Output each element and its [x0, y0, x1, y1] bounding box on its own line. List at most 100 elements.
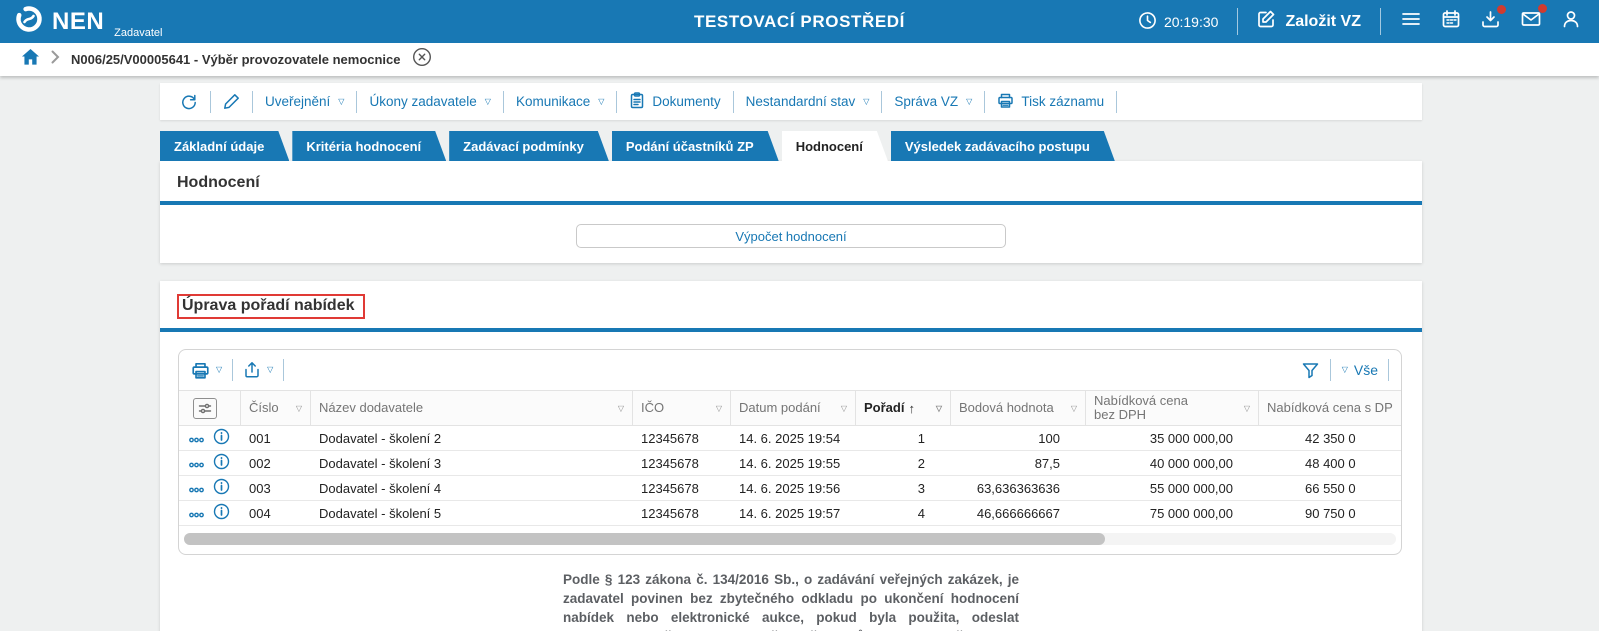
tab-vysledek-zadavaciho-postupu[interactable]: Výsledek zadávacího postupu — [891, 131, 1115, 161]
mail-icon — [1520, 8, 1542, 35]
menu-dokumenty[interactable]: Dokumenty — [617, 91, 732, 112]
horizontal-scrollbar — [179, 526, 1401, 554]
tab-hodnoceni[interactable]: Hodnocení — [782, 131, 888, 161]
divider — [1237, 8, 1239, 35]
cell-bodova: 87,5 — [1034, 455, 1060, 471]
column-filter-icon[interactable]: ▽ — [296, 404, 302, 413]
column-header-poradi[interactable]: Pořadí ↑ ▽ — [856, 391, 951, 425]
cell-poradi: 4 — [917, 505, 925, 521]
cell-cena-bez-dph: 55 000 000,00 — [1149, 480, 1233, 496]
row-actions-icon[interactable] — [189, 506, 204, 521]
column-label: Pořadí — [864, 399, 905, 415]
filter-all-dropdown[interactable]: ▽ Vše — [1341, 362, 1378, 378]
user-profile-button[interactable] — [1561, 9, 1581, 34]
chevron-down-icon: ▽ — [267, 365, 274, 374]
create-vz-button[interactable]: Založit VZ — [1257, 9, 1361, 34]
column-filter-icon[interactable]: ▽ — [1244, 404, 1250, 413]
table-print-button[interactable]: ▽ — [191, 361, 222, 380]
tab-zakladni-udaje[interactable]: Základní údaje — [160, 131, 289, 161]
document-icon — [629, 91, 645, 112]
scrollbar-thumb[interactable] — [184, 533, 1106, 545]
column-header-cena-bez-dph[interactable]: Nabídková cena bez DPH ▽ — [1086, 391, 1259, 425]
cell-nazev: Dodavatel - školení 4 — [319, 480, 442, 496]
column-label: Nabídková cena s DP — [1267, 399, 1393, 415]
tab-podani-ucastniku-zp[interactable]: Podání účastníků ZP — [612, 131, 779, 161]
column-label: Bodová hodnota — [959, 399, 1054, 415]
table-row[interactable]: 003 Dodavatel - školení 4 12345678 14. 6… — [179, 476, 1401, 501]
legal-notice-text: Podle § 123 zákona č. 134/2016 Sb., o za… — [563, 572, 1019, 631]
table-toolbar-left: ▽ ▽ — [191, 359, 285, 381]
home-icon[interactable] — [21, 48, 40, 71]
cell-cislo: 004 — [249, 505, 271, 521]
create-vz-label: Založit VZ — [1285, 12, 1361, 30]
cell-poradi: 2 — [917, 455, 925, 471]
column-header-cislo[interactable]: Číslo ▽ — [241, 391, 311, 425]
filter-funnel-button[interactable] — [1301, 361, 1320, 380]
menu-komunikace[interactable]: Komunikace ▽ — [504, 94, 616, 109]
cell-cena-s-dph: 66 550 0 — [1305, 480, 1356, 496]
column-filter-icon[interactable]: ▽ — [716, 404, 722, 413]
row-actions-icon[interactable] — [189, 456, 204, 471]
column-filter-icon[interactable]: ▽ — [1071, 404, 1077, 413]
menu-label: Dokumenty — [652, 94, 721, 109]
environment-title: TESTOVACÍ PROSTŘEDÍ — [693, 11, 906, 31]
menu-uverejneni[interactable]: Uveřejnění ▽ — [253, 94, 356, 109]
scrollbar-track[interactable] — [184, 533, 1396, 545]
column-chooser-header[interactable] — [179, 391, 241, 425]
divider — [1380, 8, 1381, 35]
cell-cena-bez-dph: 35 000 000,00 — [1149, 430, 1233, 446]
cell-bodova: 46,666666667 — [976, 505, 1060, 521]
row-actions-icon[interactable] — [189, 481, 204, 496]
brand-area[interactable]: NEN Zadavatel — [14, 4, 162, 39]
column-filter-icon[interactable]: ▽ — [841, 404, 847, 413]
cell-cena-bez-dph: 40 000 000,00 — [1149, 455, 1233, 471]
column-header-datum-podani[interactable]: Datum podání ▽ — [731, 391, 856, 425]
tab-zadavaci-podminky[interactable]: Zadávací podmínky — [449, 131, 609, 161]
row-info-icon[interactable] — [213, 428, 230, 448]
cell-cena-s-dph: 90 750 0 — [1305, 505, 1356, 521]
menu-sprava-vz[interactable]: Správa VZ ▽ — [882, 94, 984, 109]
session-clock: 20:19:30 — [1138, 11, 1218, 33]
column-header-ico[interactable]: IČO ▽ — [633, 391, 731, 425]
menu-button[interactable] — [1400, 8, 1422, 35]
menu-nestandardni-stav[interactable]: Nestandardní stav ▽ — [734, 94, 882, 109]
top-bar-actions: 20:19:30 Založit VZ — [1138, 4, 1581, 35]
cell-cena-bez-dph: 75 000 000,00 — [1149, 505, 1233, 521]
row-info-icon[interactable] — [213, 453, 230, 473]
tab-kriteria-hodnoceni[interactable]: Kritéria hodnocení — [292, 131, 446, 161]
column-filter-icon[interactable]: ▽ — [618, 404, 624, 413]
column-label: Nabídková cena bez DPH — [1094, 392, 1188, 422]
row-info-icon[interactable] — [213, 503, 230, 523]
messages-button[interactable] — [1520, 4, 1547, 35]
breadcrumb-record-label[interactable]: N006/25/V00005641 - Výběr provozovatele … — [71, 52, 401, 67]
column-header-nazev-dodavatele[interactable]: Název dodavatele ▽ — [311, 391, 633, 425]
menu-label: Nestandardní stav — [745, 94, 856, 109]
table-export-button[interactable]: ▽ — [243, 361, 273, 379]
highlight-red-box: Úprava pořadí nabídek — [177, 294, 365, 319]
edit-record-button[interactable] — [211, 93, 252, 110]
refresh-button[interactable] — [168, 93, 210, 111]
calendar-button[interactable] — [1441, 9, 1461, 34]
table-header-row: Číslo ▽ Název dodavatele ▽ IČO ▽ Datum p… — [179, 390, 1401, 426]
record-toolbar: Uveřejnění ▽ Úkony zadavatele ▽ Komunika… — [160, 83, 1422, 120]
notification-dot — [1538, 4, 1547, 13]
column-filter-icon[interactable]: ▽ — [936, 404, 942, 413]
column-header-cena-s-dph[interactable]: Nabídková cena s DP — [1259, 391, 1401, 425]
close-record-icon[interactable] — [412, 47, 432, 72]
brand-name: NEN — [52, 7, 105, 35]
menu-ukony-zadavatele[interactable]: Úkony zadavatele ▽ — [357, 94, 502, 109]
chevron-down-icon: ▽ — [216, 365, 223, 374]
section-title-uprava-poradi: Úprava pořadí nabídek — [160, 281, 1422, 328]
row-info-icon[interactable] — [213, 478, 230, 498]
cell-ico: 12345678 — [641, 480, 699, 496]
table-row[interactable]: 002 Dodavatel - školení 3 12345678 14. 6… — [179, 451, 1401, 476]
column-label: Název dodavatele — [319, 399, 424, 415]
table-row[interactable]: 004 Dodavatel - školení 5 12345678 14. 6… — [179, 501, 1401, 526]
menu-tisk-zaznamu[interactable]: Tisk záznamu — [985, 92, 1116, 112]
column-header-bodova-hodnota[interactable]: Bodová hodnota ▽ — [951, 391, 1086, 425]
vypocet-hodnoceni-button[interactable]: Výpočet hodnocení — [576, 224, 1006, 248]
table-row[interactable]: 001 Dodavatel - školení 2 12345678 14. 6… — [179, 426, 1401, 451]
inbox-button[interactable] — [1480, 4, 1506, 35]
chevron-down-icon: ▽ — [863, 96, 870, 106]
row-actions-icon[interactable] — [189, 431, 204, 446]
